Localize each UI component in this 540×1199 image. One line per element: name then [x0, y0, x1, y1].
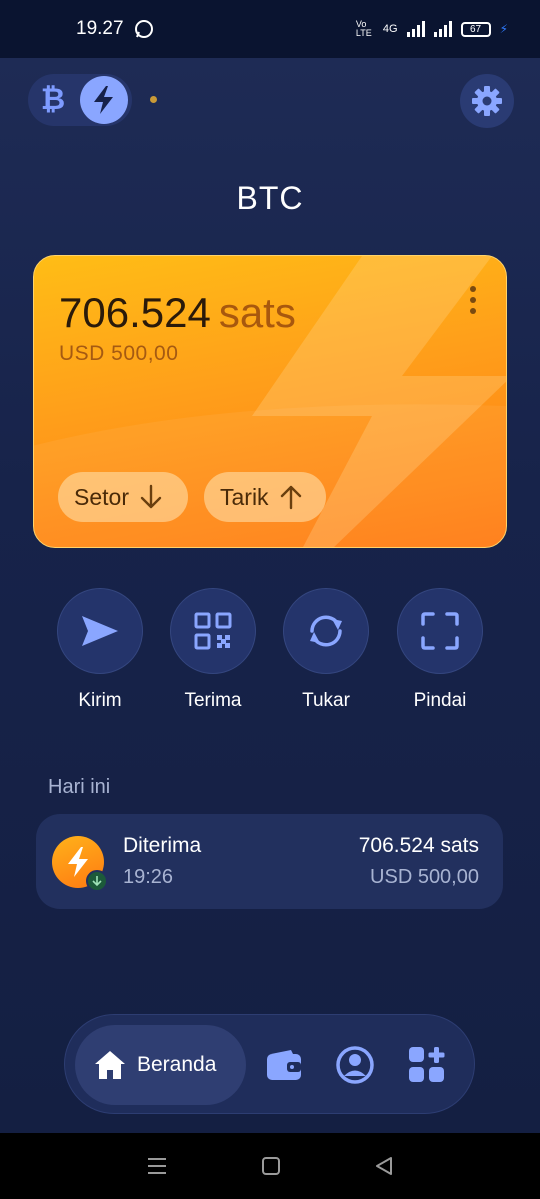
recent-apps-icon[interactable] — [146, 1156, 168, 1176]
network-type: 4G — [382, 23, 398, 35]
deposit-label: Setor — [74, 483, 129, 510]
lightning-transaction-icon — [52, 835, 108, 892]
balance-usd: USD 500,00 — [59, 342, 179, 365]
volte-indicator: Vo LTE — [355, 19, 372, 38]
receive-button[interactable] — [170, 588, 256, 674]
section-label-today: Hari ini — [48, 776, 111, 798]
home-system-icon[interactable] — [261, 1156, 281, 1176]
swap-action[interactable]: Tukar — [281, 588, 371, 712]
scan-icon — [421, 612, 459, 650]
system-navigation-bar — [0, 1133, 540, 1199]
status-time: 19.27 — [76, 18, 124, 39]
quick-actions: Kirim Terima Tukar Pindai — [0, 588, 540, 718]
send-action[interactable]: Kirim — [55, 588, 145, 712]
transaction-time: 19:26 — [123, 866, 174, 888]
received-badge-icon — [86, 869, 108, 892]
signal-icon — [406, 21, 425, 37]
home-icon — [95, 1051, 125, 1079]
balance-unit: sats — [218, 289, 296, 336]
scan-label: Pindai — [413, 690, 467, 711]
charging-icon: ⚡ — [499, 22, 508, 36]
scan-action[interactable]: Pindai — [395, 588, 485, 712]
nav-wallet[interactable] — [262, 1043, 306, 1087]
gear-icon — [472, 86, 502, 116]
qr-code-icon — [194, 612, 232, 650]
lightning-icon — [94, 86, 113, 114]
deposit-button[interactable]: Setor — [58, 472, 188, 522]
nav-home-label: Beranda — [137, 1053, 217, 1076]
nav-home[interactable]: Beranda — [75, 1025, 246, 1105]
back-icon[interactable] — [374, 1156, 394, 1176]
receive-action[interactable]: Terima — [168, 588, 258, 712]
receive-label: Terima — [184, 690, 242, 711]
swap-label: Tukar — [302, 690, 350, 711]
nav-profile[interactable] — [333, 1043, 377, 1087]
balance-value: 706.524 — [59, 289, 211, 336]
wallet-switcher[interactable]: ₿ — [28, 74, 132, 126]
profile-icon — [336, 1046, 374, 1084]
page-indicator-dot — [150, 96, 157, 103]
signal-icon-2 — [433, 21, 452, 37]
withdraw-label: Tarik — [220, 483, 269, 510]
transaction-amount-usd: USD 500,00 — [370, 866, 479, 888]
status-bar: 19.27 Vo LTE 4G 67 ⚡ — [0, 0, 540, 58]
swap-button[interactable] — [283, 588, 369, 674]
arrow-down-icon — [140, 484, 162, 509]
balance-card[interactable]: 706.524 sats USD 500,00 Setor Tarik — [33, 255, 507, 548]
whatsapp-icon — [134, 20, 153, 38]
card-more-menu-icon[interactable] — [468, 286, 478, 314]
swap-icon — [310, 615, 342, 647]
transaction-amount: 706.524 sats — [358, 834, 479, 857]
transaction-title: Diterima — [123, 834, 202, 857]
battery-icon: 67 — [460, 21, 491, 37]
arrow-up-icon — [280, 485, 301, 510]
send-label: Kirim — [78, 690, 122, 711]
balance-amount: 706.524 sats — [59, 289, 296, 337]
bitcoin-icon[interactable]: ₿ — [38, 85, 68, 115]
nav-apps[interactable] — [405, 1043, 449, 1087]
page-title: BTC — [236, 180, 304, 216]
scan-button[interactable] — [397, 588, 483, 674]
lightning-wallet-button[interactable] — [80, 76, 128, 124]
app-screen: ₿ BTC 706.524 sats USD 500,00 Setor Tari… — [0, 58, 540, 1133]
withdraw-button[interactable]: Tarik — [204, 472, 326, 522]
send-button[interactable] — [57, 588, 143, 674]
wallet-icon — [267, 1050, 301, 1080]
bottom-navigation: Beranda — [64, 1014, 475, 1114]
settings-button[interactable] — [460, 74, 514, 128]
transaction-item[interactable]: Diterima 19:26 706.524 sats USD 500,00 — [36, 814, 503, 909]
send-icon — [82, 616, 118, 646]
apps-icon — [409, 1047, 445, 1082]
